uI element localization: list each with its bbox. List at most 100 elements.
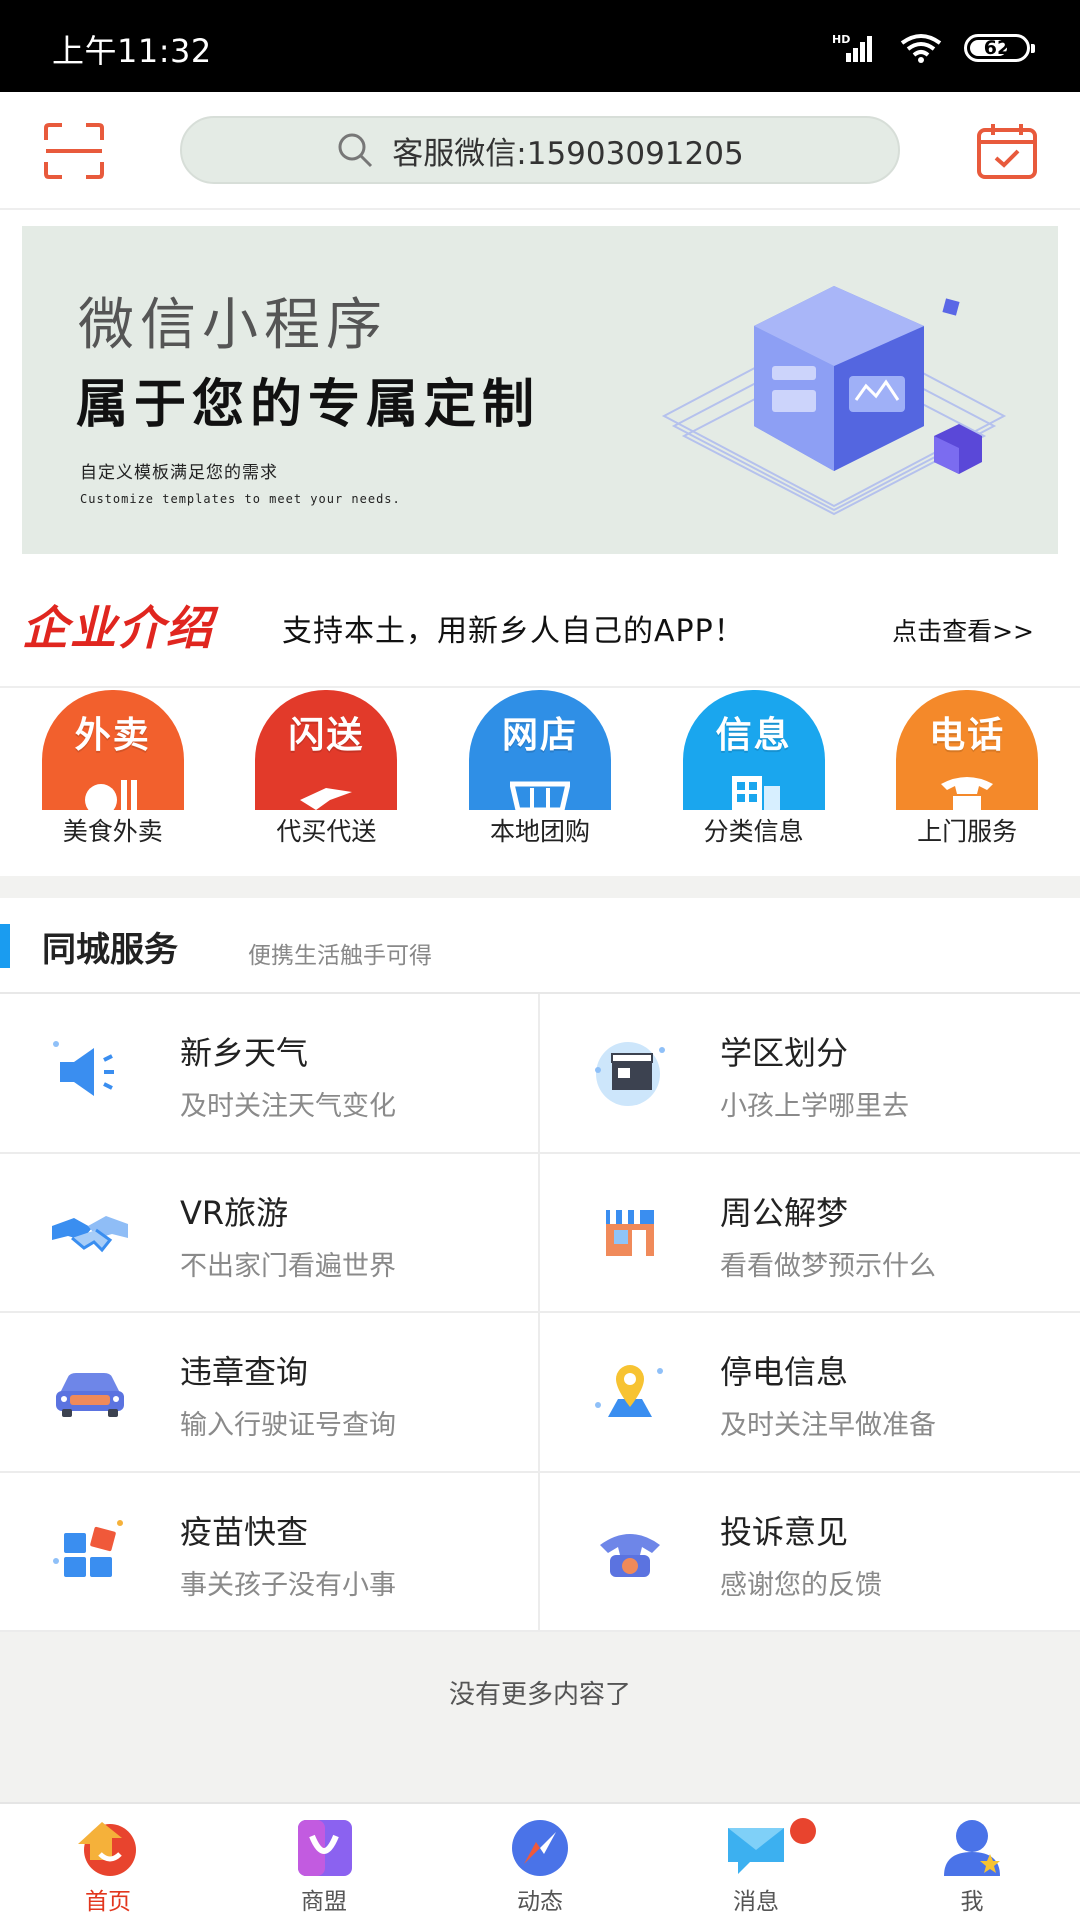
section-accent-bar xyxy=(0,924,10,968)
quick-nav-icon-label: 电话 xyxy=(929,715,1006,756)
quick-nav-icon-label: 外卖 xyxy=(74,715,151,756)
search-icon xyxy=(338,133,373,168)
section-title: 同城服务 xyxy=(42,930,178,970)
compass-icon xyxy=(512,1820,568,1876)
telephone-icon xyxy=(600,1533,660,1577)
service-subtitle: 及时关注天气变化 xyxy=(180,1091,396,1122)
car-icon xyxy=(56,1373,124,1417)
tab-feed[interactable]: 动态 xyxy=(432,1804,648,1920)
service-subtitle: 事关孩子没有小事 xyxy=(180,1569,396,1601)
top-header: 客服微信:15903091205 xyxy=(0,92,1080,210)
quick-nav-takeout[interactable]: 外卖 美食外卖 xyxy=(13,690,213,876)
cube-illustration xyxy=(661,286,1007,516)
service-complaint[interactable]: 投诉意见 感谢您的反馈 xyxy=(540,1473,1080,1632)
quick-nav-icon-label: 信息 xyxy=(715,715,792,756)
status-time: 上午11:32 xyxy=(52,32,212,70)
quick-nav-label: 上门服务 xyxy=(917,817,1018,846)
service-traffic-violation[interactable]: 违章查询 输入行驶证号查询 xyxy=(0,1313,540,1473)
clapper-icon xyxy=(595,1042,665,1106)
quick-nav-icon-label: 网店 xyxy=(501,715,578,756)
section-header: 同城服务 便携生活触手可得 xyxy=(0,898,1080,994)
basket-glyph xyxy=(509,781,570,810)
scan-icon[interactable] xyxy=(42,122,106,180)
fork-knife-glyph xyxy=(84,780,137,810)
section-divider xyxy=(0,876,1080,898)
service-title: 新乡天气 xyxy=(180,1034,309,1072)
tab-label: 首页 xyxy=(85,1889,131,1915)
quick-nav-phone[interactable]: 电话 上门服务 xyxy=(867,690,1067,876)
section-subtitle: 便携生活触手可得 xyxy=(248,943,432,969)
quick-nav: 外卖 美食外卖 闪送 代买代送 网店 本地团购 信息 分类信息 电话 上门服务 xyxy=(0,690,1080,876)
takeout-icon: 外卖 xyxy=(41,690,184,810)
wifi-icon xyxy=(900,34,942,63)
promo-banner[interactable]: 微信小程序 属于您的专属定制 自定义模板满足您的需求 Customize tem… xyxy=(22,226,1058,554)
bottom-tab-bar: 首页 商盟 动态 消息 我 xyxy=(0,1802,1080,1920)
shop-icon: 网店 xyxy=(468,690,611,810)
enterprise-intro-logo: 企业介绍 xyxy=(22,601,214,655)
service-subtitle: 感谢您的反馈 xyxy=(720,1569,882,1601)
service-title: 停电信息 xyxy=(720,1353,849,1391)
message-icon xyxy=(728,1828,784,1874)
quick-nav-icon-label: 闪送 xyxy=(288,715,365,756)
bag-icon xyxy=(298,1820,352,1876)
search-bar[interactable]: 客服微信:15903091205 xyxy=(180,116,900,184)
profile-icon xyxy=(944,1820,1000,1876)
banner-headline: 属于您的专属定制 xyxy=(76,375,541,435)
tab-label: 动态 xyxy=(517,1889,563,1915)
status-icons: HD 62 xyxy=(832,28,1035,68)
quick-nav-label: 本地团购 xyxy=(489,817,590,846)
telephone-glyph xyxy=(941,777,994,810)
battery-percent: 62 xyxy=(983,37,1011,59)
tab-alliance[interactable]: 商盟 xyxy=(216,1804,432,1920)
info-icon: 信息 xyxy=(682,690,825,810)
end-of-list: 没有更多内容了 xyxy=(0,1632,1080,1802)
service-subtitle: 看看做梦预示什么 xyxy=(720,1250,936,1282)
unread-badge xyxy=(790,1818,816,1844)
service-subtitle: 小孩上学哪里去 xyxy=(720,1091,909,1122)
service-subtitle: 输入行驶证号查询 xyxy=(180,1410,396,1441)
search-placeholder: 客服微信:15903091205 xyxy=(392,135,744,172)
quick-nav-label: 代买代送 xyxy=(276,817,377,846)
quick-nav-label: 分类信息 xyxy=(703,817,804,846)
quick-nav-label: 美食外卖 xyxy=(62,817,163,846)
delivery-icon: 闪送 xyxy=(255,690,398,810)
quick-nav-info[interactable]: 信息 分类信息 xyxy=(654,690,854,876)
service-weather[interactable]: 新乡天气 及时关注天气变化 xyxy=(0,994,540,1154)
tab-label: 商盟 xyxy=(301,1889,347,1915)
blocks-icon xyxy=(53,1519,123,1577)
service-subtitle: 及时关注早做准备 xyxy=(720,1410,936,1441)
calendar-icon[interactable] xyxy=(976,122,1038,180)
signal-icon: HD xyxy=(832,33,872,62)
banner-caption: 自定义模板满足您的需求 xyxy=(80,463,278,483)
service-school-district[interactable]: 学区划分 小孩上学哪里去 xyxy=(540,994,1080,1154)
service-vaccine-lookup[interactable]: 疫苗快查 事关孩子没有小事 xyxy=(0,1472,540,1632)
quick-nav-delivery[interactable]: 闪送 代买代送 xyxy=(226,690,426,876)
home-icon xyxy=(78,1822,136,1876)
tab-label: 我 xyxy=(960,1889,984,1915)
services-grid: 新乡天气 及时关注天气变化 学区划分 小孩上学哪里去 VR旅游 不出家门看遍世界 xyxy=(0,994,1080,1632)
banner-caption-en: Customize templates to meet your needs. xyxy=(80,492,401,506)
service-vr-travel[interactable]: VR旅游 不出家门看遍世界 xyxy=(0,1153,540,1313)
network-type-label: HD xyxy=(832,33,850,46)
tab-home[interactable]: 首页 xyxy=(0,1804,216,1920)
speaker-icon xyxy=(53,1041,114,1096)
battery-icon: 62 xyxy=(964,34,1035,62)
enterprise-intro-bar[interactable]: 企业介绍 支持本土，用新乡人自己的APP！ 点击查看>> xyxy=(0,580,1080,688)
tab-profile[interactable]: 我 xyxy=(864,1804,1080,1920)
tab-messages[interactable]: 消息 xyxy=(648,1804,864,1920)
enterprise-intro-message: 支持本土，用新乡人自己的APP！ xyxy=(282,614,745,649)
service-subtitle: 不出家门看遍世界 xyxy=(180,1250,396,1282)
service-power-outage[interactable]: 停电信息 及时关注早做准备 xyxy=(540,1313,1080,1473)
service-title: 违章查询 xyxy=(180,1353,309,1391)
runner-glyph xyxy=(300,788,353,810)
status-bar: 上午11:32 HD 62 xyxy=(0,0,1080,92)
location-pin-icon xyxy=(595,1365,663,1417)
service-title: 疫苗快查 xyxy=(180,1512,309,1551)
quick-nav-shop[interactable]: 网店 本地团购 xyxy=(440,690,640,876)
view-more-link[interactable]: 点击查看>> xyxy=(892,612,1034,648)
service-dream-interpretation[interactable]: 周公解梦 看看做梦预示什么 xyxy=(540,1154,1080,1313)
phone-icon: 电话 xyxy=(896,690,1039,810)
service-title: 学区划分 xyxy=(720,1034,849,1072)
end-of-list-text: 没有更多内容了 xyxy=(448,1680,631,1710)
storefront-icon xyxy=(606,1209,654,1256)
